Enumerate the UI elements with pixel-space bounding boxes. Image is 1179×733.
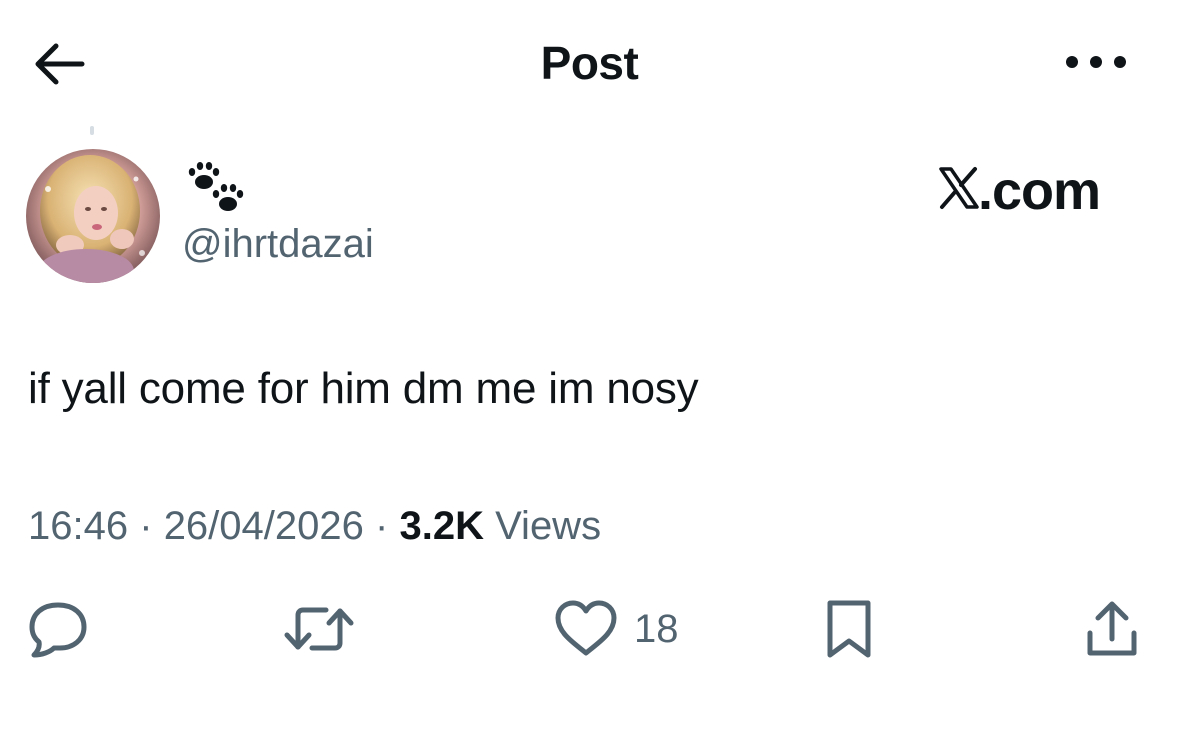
share-icon [1087,601,1137,656]
display-name[interactable] [182,158,252,218]
reply-icon [29,602,87,658]
ellipsis-icon [1066,56,1126,68]
x-logo-icon [939,167,979,209]
views-count: 3.2K [399,504,484,548]
more-options-button[interactable] [1058,40,1134,84]
post-meta: 16:46 · 26/04/2026 · 3.2K Views [28,504,601,549]
views-label: Views [495,504,602,548]
paw-prints-icon [188,162,244,211]
source-label-text: .com [978,161,1101,221]
repost-button[interactable] [282,596,356,662]
page-title: Post [540,37,639,89]
like-button[interactable]: 18 [552,596,679,662]
thread-line-marker [90,126,94,135]
post-time: 16:46 [28,504,129,548]
meta-separator: · [139,504,153,548]
source-watermark: .com [938,160,1128,221]
reply-button[interactable] [26,596,90,662]
post-date: 26/04/2026 [163,504,364,548]
repost-icon [284,607,354,651]
share-button[interactable] [1080,596,1144,662]
top-bar: Post [0,0,1179,120]
meta-separator: · [375,504,389,548]
action-bar: 18 [0,596,1179,662]
bookmark-icon [827,600,871,658]
heart-icon [555,600,617,656]
post-text: if yall come for him dm me im nosy [28,364,699,413]
bookmark-button[interactable] [820,596,878,662]
user-handle[interactable]: @ihrtdazai [182,222,374,267]
avatar-image [26,149,160,283]
like-count: 18 [634,606,679,651]
avatar[interactable] [26,149,160,283]
